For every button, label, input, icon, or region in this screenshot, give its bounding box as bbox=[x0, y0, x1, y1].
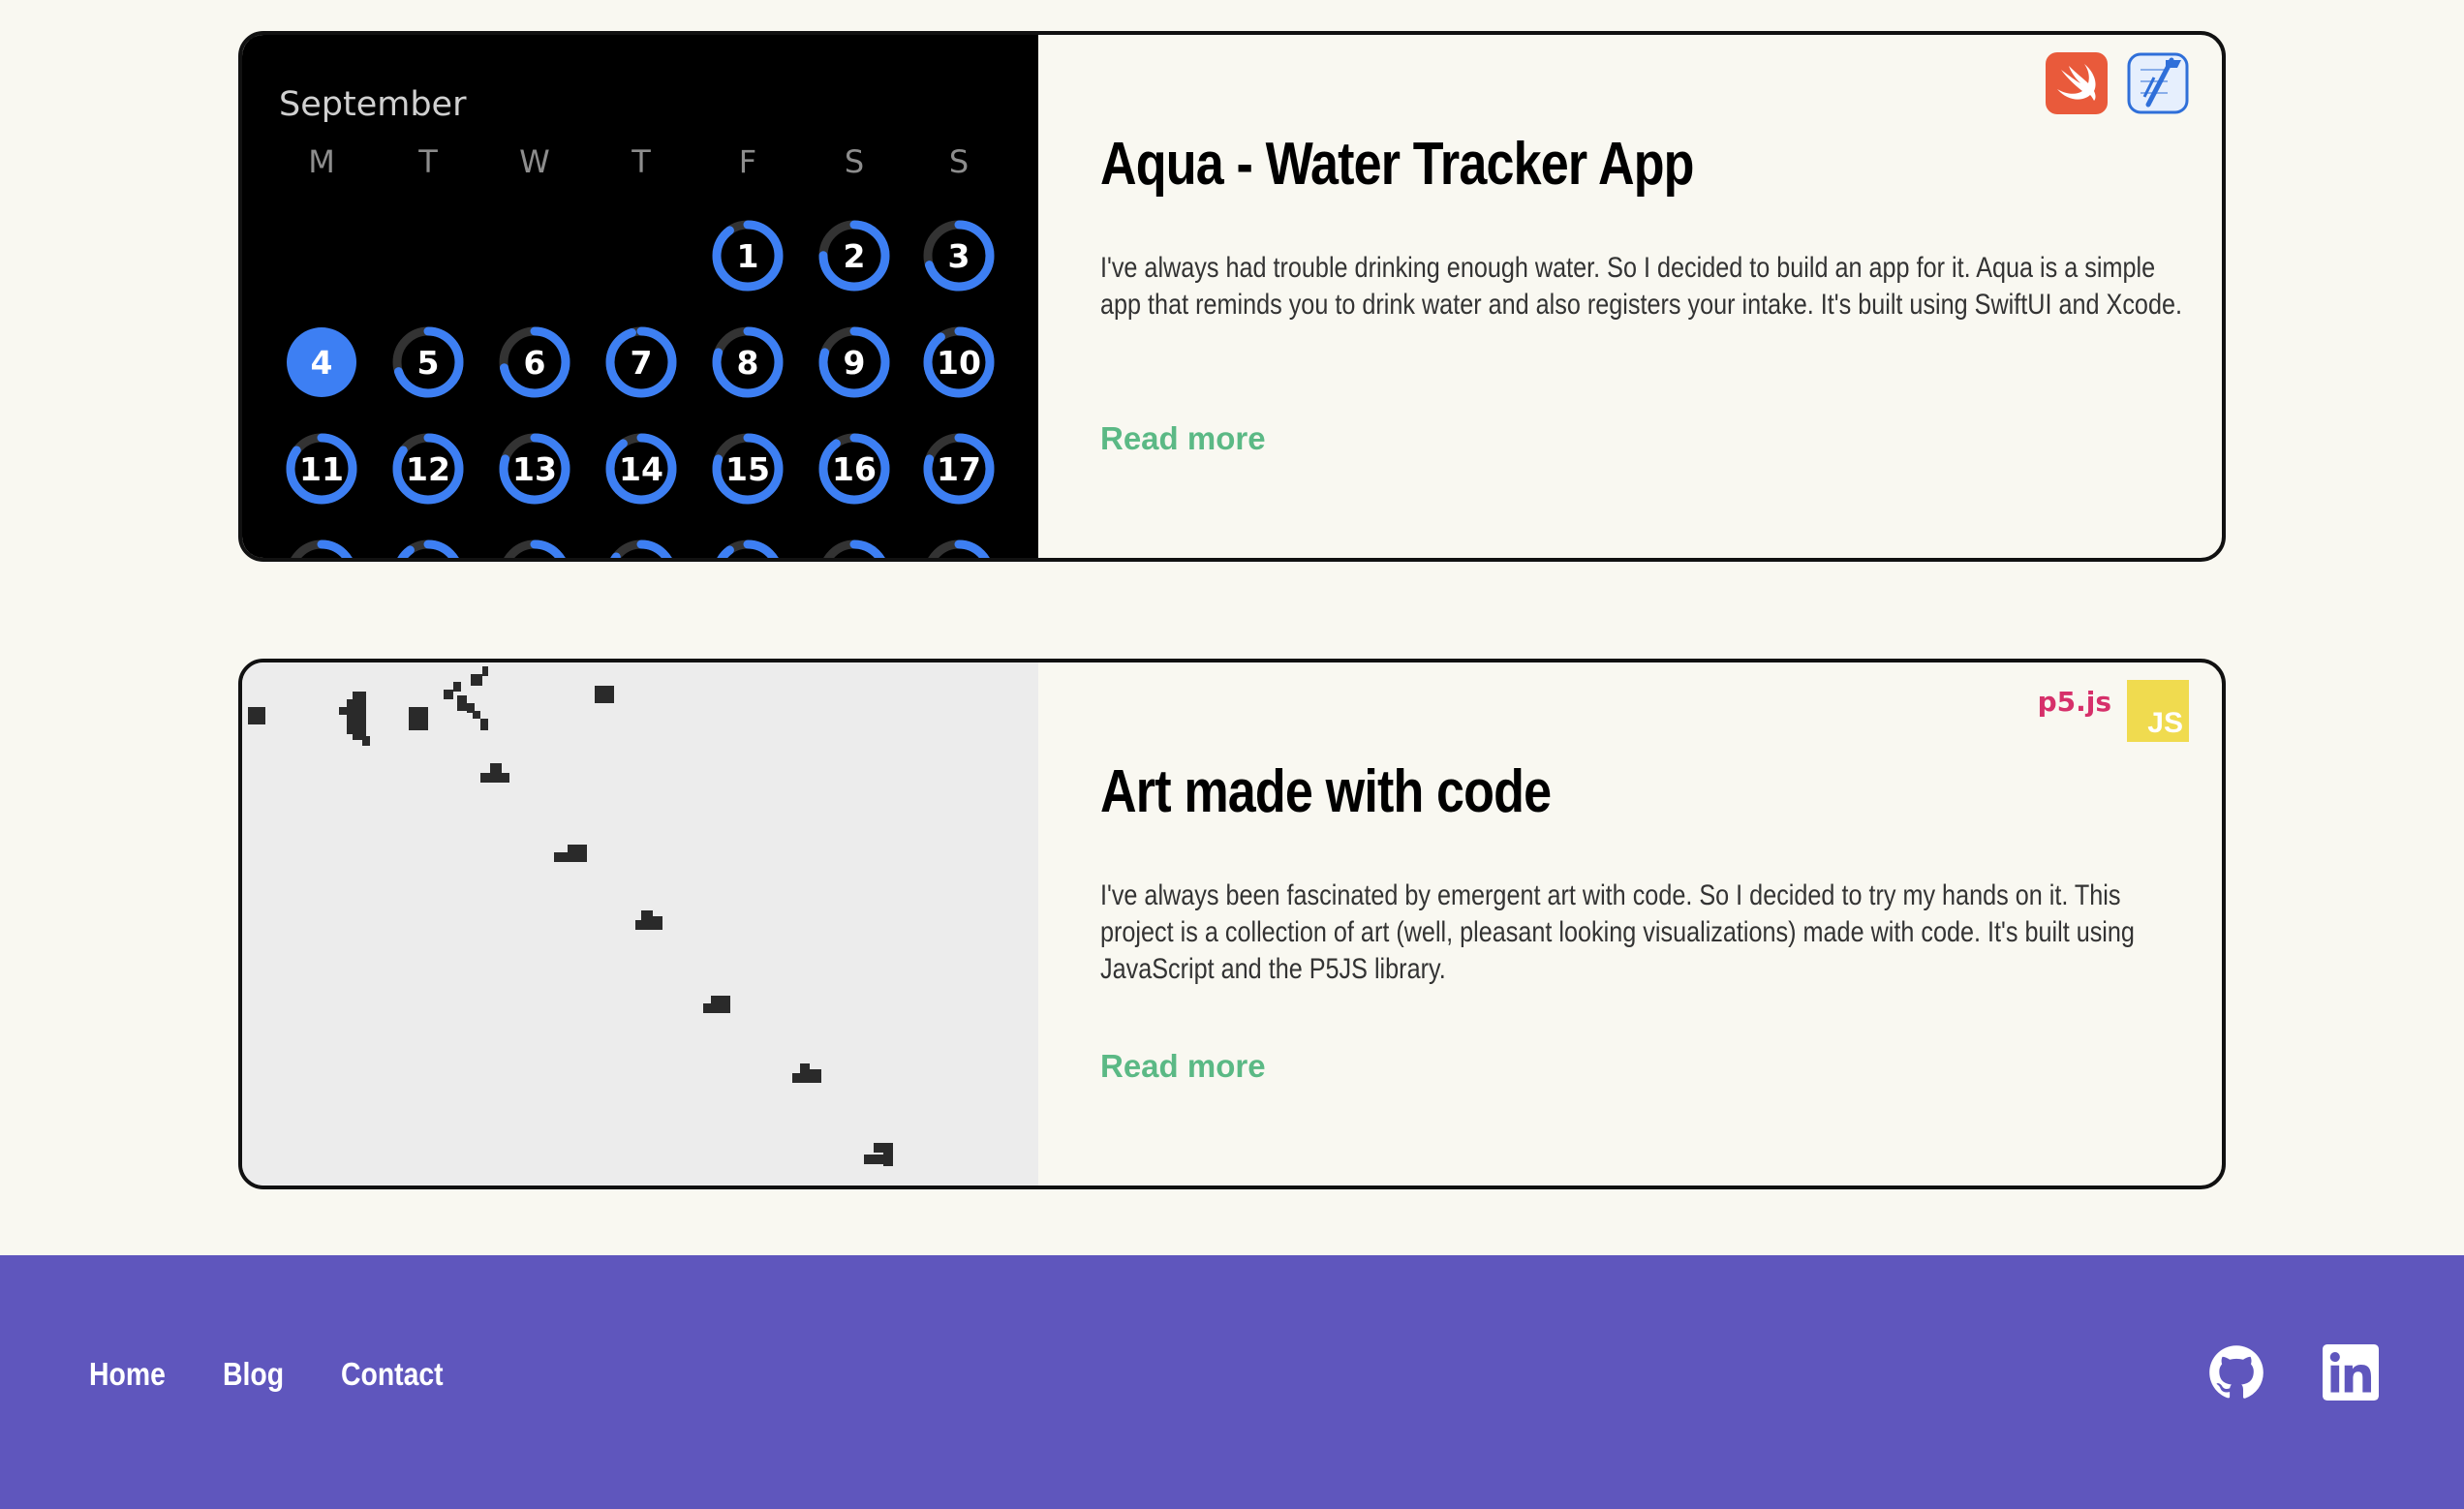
javascript-icon: JS bbox=[2127, 680, 2189, 742]
project-title: Art made with code bbox=[1100, 758, 1552, 825]
calendar-day[interactable]: 14 bbox=[605, 433, 677, 505]
calendar-day[interactable]: 17 bbox=[923, 433, 995, 505]
svg-text:2: 2 bbox=[844, 237, 866, 275]
calendar-day[interactable]: 1 bbox=[712, 220, 784, 292]
svg-text:3: 3 bbox=[948, 237, 970, 275]
svg-text:21: 21 bbox=[619, 557, 663, 562]
calendar-day[interactable]: 23 bbox=[818, 539, 890, 562]
github-icon[interactable] bbox=[2208, 1344, 2264, 1401]
calendar-day[interactable]: 21 bbox=[605, 539, 677, 562]
aqua-calendar-preview: September MTWTFSS 1 2 3 4 5 6 7 8 9 10 11 12 13 14 15 1… bbox=[242, 35, 1038, 558]
p5js-logo: p5.js bbox=[2037, 686, 2111, 718]
glider-pattern bbox=[248, 666, 893, 1166]
svg-text:5: 5 bbox=[417, 344, 440, 382]
svg-text:18: 18 bbox=[299, 557, 344, 562]
svg-text:12: 12 bbox=[406, 450, 450, 488]
calendar-day[interactable]: 22 bbox=[712, 539, 784, 562]
calendar-day[interactable]: 3 bbox=[923, 220, 995, 292]
svg-text:23: 23 bbox=[832, 557, 877, 562]
calendar-day[interactable]: 7 bbox=[605, 326, 677, 398]
calendar-day[interactable]: 9 bbox=[818, 326, 890, 398]
site-footer: Home Blog Contact bbox=[0, 1255, 2464, 1509]
calendar-day[interactable]: 18 bbox=[286, 539, 357, 562]
calendar-day[interactable]: 16 bbox=[818, 433, 890, 505]
svg-text:16: 16 bbox=[832, 450, 877, 488]
svg-text:13: 13 bbox=[512, 450, 557, 488]
svg-text:24: 24 bbox=[937, 557, 981, 562]
art-card-body: JS p5.js Art made with code I've always … bbox=[1038, 662, 2222, 1186]
calendar-day[interactable]: 20 bbox=[499, 539, 570, 562]
footer-link-home[interactable]: Home bbox=[89, 1356, 166, 1393]
svg-text:9: 9 bbox=[844, 344, 866, 382]
svg-text:14: 14 bbox=[619, 450, 663, 488]
xcode-icon bbox=[2127, 52, 2189, 114]
calendar-day[interactable]: 15 bbox=[712, 433, 784, 505]
svg-text:22: 22 bbox=[725, 557, 770, 562]
art-preview bbox=[242, 662, 1038, 1186]
svg-text:1: 1 bbox=[737, 237, 759, 275]
calendar-day[interactable]: 24 bbox=[923, 539, 995, 562]
swift-icon bbox=[2046, 52, 2108, 114]
project-description: I've always had trouble drinking enough … bbox=[1100, 252, 2182, 321]
calendar-day[interactable]: 13 bbox=[499, 433, 570, 505]
svg-text:20: 20 bbox=[512, 557, 557, 562]
project-card-aqua: September MTWTFSS 1 2 3 4 5 6 7 8 9 10 11 12 13 14 15 1… bbox=[238, 31, 2226, 562]
svg-text:7: 7 bbox=[631, 344, 653, 382]
calendar-day[interactable]: 10 bbox=[923, 326, 995, 398]
svg-text:17: 17 bbox=[937, 450, 981, 488]
calendar-grid: 123456789101112131415161718192021222324 bbox=[286, 220, 995, 562]
project-card-art: JS p5.js Art made with code I've always … bbox=[238, 659, 2226, 1189]
read-more-link[interactable]: Read more bbox=[1100, 1048, 1266, 1085]
calendar-day[interactable]: 6 bbox=[499, 326, 570, 398]
footer-link-contact[interactable]: Contact bbox=[341, 1356, 444, 1393]
calendar-day[interactable]: 8 bbox=[712, 326, 784, 398]
read-more-link[interactable]: Read more bbox=[1100, 420, 1266, 457]
svg-text:4: 4 bbox=[311, 344, 333, 382]
svg-text:10: 10 bbox=[937, 344, 981, 382]
calendar-day[interactable]: 2 bbox=[818, 220, 890, 292]
calendar-day[interactable]: 11 bbox=[286, 433, 357, 505]
footer-link-blog[interactable]: Blog bbox=[223, 1356, 284, 1393]
svg-text:8: 8 bbox=[737, 344, 759, 382]
calendar-day[interactable]: 12 bbox=[392, 433, 464, 505]
calendar-day[interactable]: 4 bbox=[287, 327, 356, 397]
svg-text:19: 19 bbox=[406, 557, 450, 562]
calendar-day[interactable]: 19 bbox=[392, 539, 464, 562]
project-description: I've always been fascinated by emergent … bbox=[1100, 879, 2135, 985]
svg-text:15: 15 bbox=[725, 450, 770, 488]
aqua-card-body: Aqua - Water Tracker App I've always had… bbox=[1038, 35, 2222, 558]
linkedin-icon[interactable] bbox=[2323, 1344, 2379, 1401]
svg-text:6: 6 bbox=[524, 344, 546, 382]
svg-text:11: 11 bbox=[299, 450, 344, 488]
project-title: Aqua - Water Tracker App bbox=[1100, 131, 1695, 198]
calendar-day[interactable]: 5 bbox=[392, 326, 464, 398]
